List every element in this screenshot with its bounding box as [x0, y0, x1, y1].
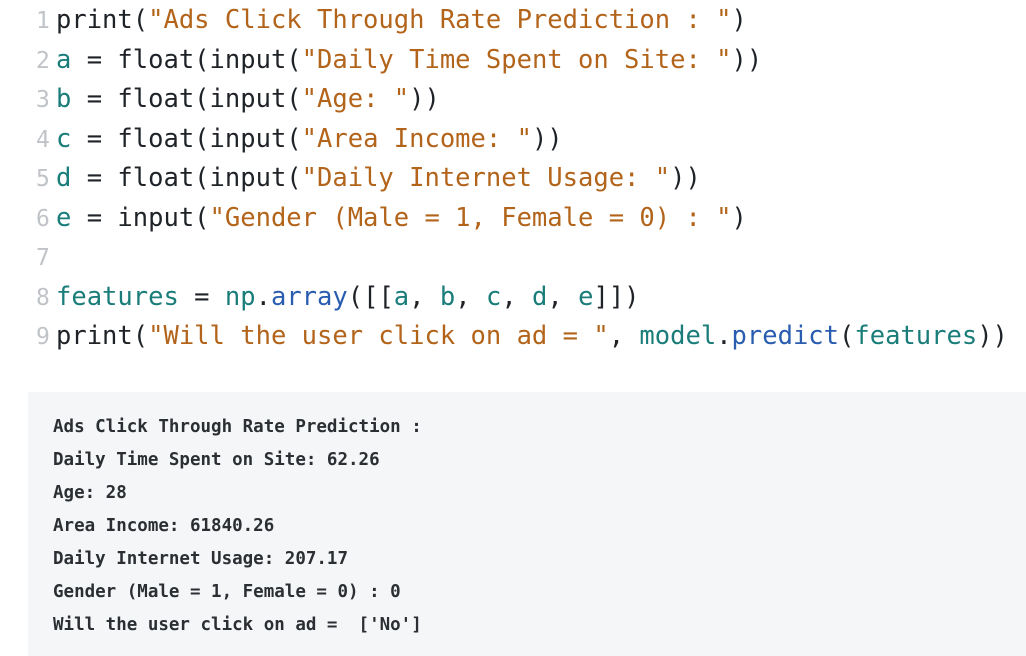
- code-text: = float(input(: [71, 163, 302, 193]
- code-string: "Age: ": [301, 84, 410, 114]
- code-text: )): [409, 84, 440, 114]
- code-string: "Daily Time Spent on Site: ": [301, 45, 732, 75]
- line-number: 2: [36, 48, 50, 74]
- code-text: )): [731, 45, 763, 75]
- code-identifier: features: [854, 321, 978, 351]
- code-identifier: b: [56, 84, 72, 114]
- code-line: 5d = float(input("Daily Internet Usage: …: [0, 158, 701, 198]
- output-line: Daily Time Spent on Site: 62.26: [53, 450, 380, 470]
- code-text: ): [731, 203, 747, 233]
- output-line: Gender (Male = 1, Female = 0) : 0: [53, 582, 401, 602]
- code-text: .: [716, 321, 732, 351]
- code-text: = float(input(: [71, 124, 302, 154]
- code-line: 6e = input("Gender (Male = 1, Female = 0…: [0, 198, 747, 238]
- code-text: = float(input(: [71, 45, 302, 75]
- code-text: ,: [501, 282, 533, 312]
- output-line: Will the user click on ad = ['No']: [53, 615, 422, 635]
- output-line: Daily Internet Usage: 207.17: [53, 549, 349, 569]
- output-line: Ads Click Through Rate Prediction :: [53, 417, 422, 437]
- code-line: 2a = float(input("Daily Time Spent on Si…: [0, 40, 762, 80]
- code-text: ]]): [593, 282, 640, 312]
- line-number: 5: [36, 166, 50, 192]
- code-identifier: np: [224, 282, 256, 312]
- code-cell[interactable]: 1 print("Ads Click Through Rate Predictio…: [0, 0, 1026, 370]
- code-text: )): [531, 124, 563, 154]
- code-identifier: e: [578, 282, 594, 312]
- code-function: print(: [56, 321, 149, 351]
- line-number: 1: [36, 8, 50, 34]
- code-text: ,: [608, 321, 640, 351]
- line-number: 6: [36, 206, 50, 232]
- code-line: 7: [0, 237, 56, 277]
- code-line: 3b = float(input("Age: ")): [0, 79, 440, 119]
- line-number: 8: [36, 285, 50, 311]
- code-text: =: [178, 282, 225, 312]
- line-number: 3: [36, 87, 50, 113]
- code-identifier: model: [639, 321, 717, 351]
- code-text: )): [977, 321, 1008, 351]
- code-text: (: [839, 321, 855, 351]
- code-line: 4c = float(input("Area Income: ")): [0, 119, 563, 159]
- code-text: ,: [455, 282, 486, 312]
- code-identifier: a: [56, 45, 72, 75]
- code-text: ,: [409, 282, 440, 312]
- output-line: Age: 28: [53, 483, 127, 503]
- code-line: 9 print("Will the user click on ad = ", m…: [0, 316, 1008, 356]
- code-line: 8 features = np.array([[a, b, c, d, e]]): [0, 277, 640, 317]
- code-text: ,: [547, 282, 579, 312]
- code-string: "Gender (Male = 1, Female = 0) : ": [209, 203, 732, 233]
- code-identifier: c: [485, 282, 502, 312]
- code-identifier: b: [439, 282, 456, 312]
- code-method: predict: [731, 321, 840, 351]
- code-text: = input(: [71, 203, 210, 233]
- code-text: ): [731, 5, 747, 35]
- code-identifier: features: [56, 282, 179, 312]
- code-identifier: d: [532, 282, 548, 312]
- code-text: = float(input(: [71, 84, 302, 114]
- code-text: ([[: [347, 282, 394, 312]
- code-text: )): [670, 163, 701, 193]
- output-line: Area Income: 61840.26: [53, 516, 275, 536]
- code-identifier: e: [56, 203, 72, 233]
- code-identifier: d: [56, 163, 72, 193]
- line-number: 9: [36, 324, 50, 350]
- code-identifier: a: [393, 282, 410, 312]
- code-identifier: c: [56, 124, 72, 154]
- code-function: print(: [56, 5, 149, 35]
- line-number: 4: [36, 127, 50, 153]
- code-method: array: [270, 282, 348, 312]
- output-panel: Ads Click Through Rate Prediction : Dail…: [28, 392, 1026, 656]
- code-line: 1 print("Ads Click Through Rate Predictio…: [0, 0, 747, 40]
- code-text: .: [255, 282, 271, 312]
- code-string: "Area Income: ": [301, 124, 532, 154]
- code-string: "Ads Click Through Rate Prediction : ": [148, 5, 732, 35]
- code-string: "Daily Internet Usage: ": [301, 163, 671, 193]
- line-number: 7: [36, 245, 50, 271]
- code-string: "Will the user click on ad = ": [148, 321, 609, 351]
